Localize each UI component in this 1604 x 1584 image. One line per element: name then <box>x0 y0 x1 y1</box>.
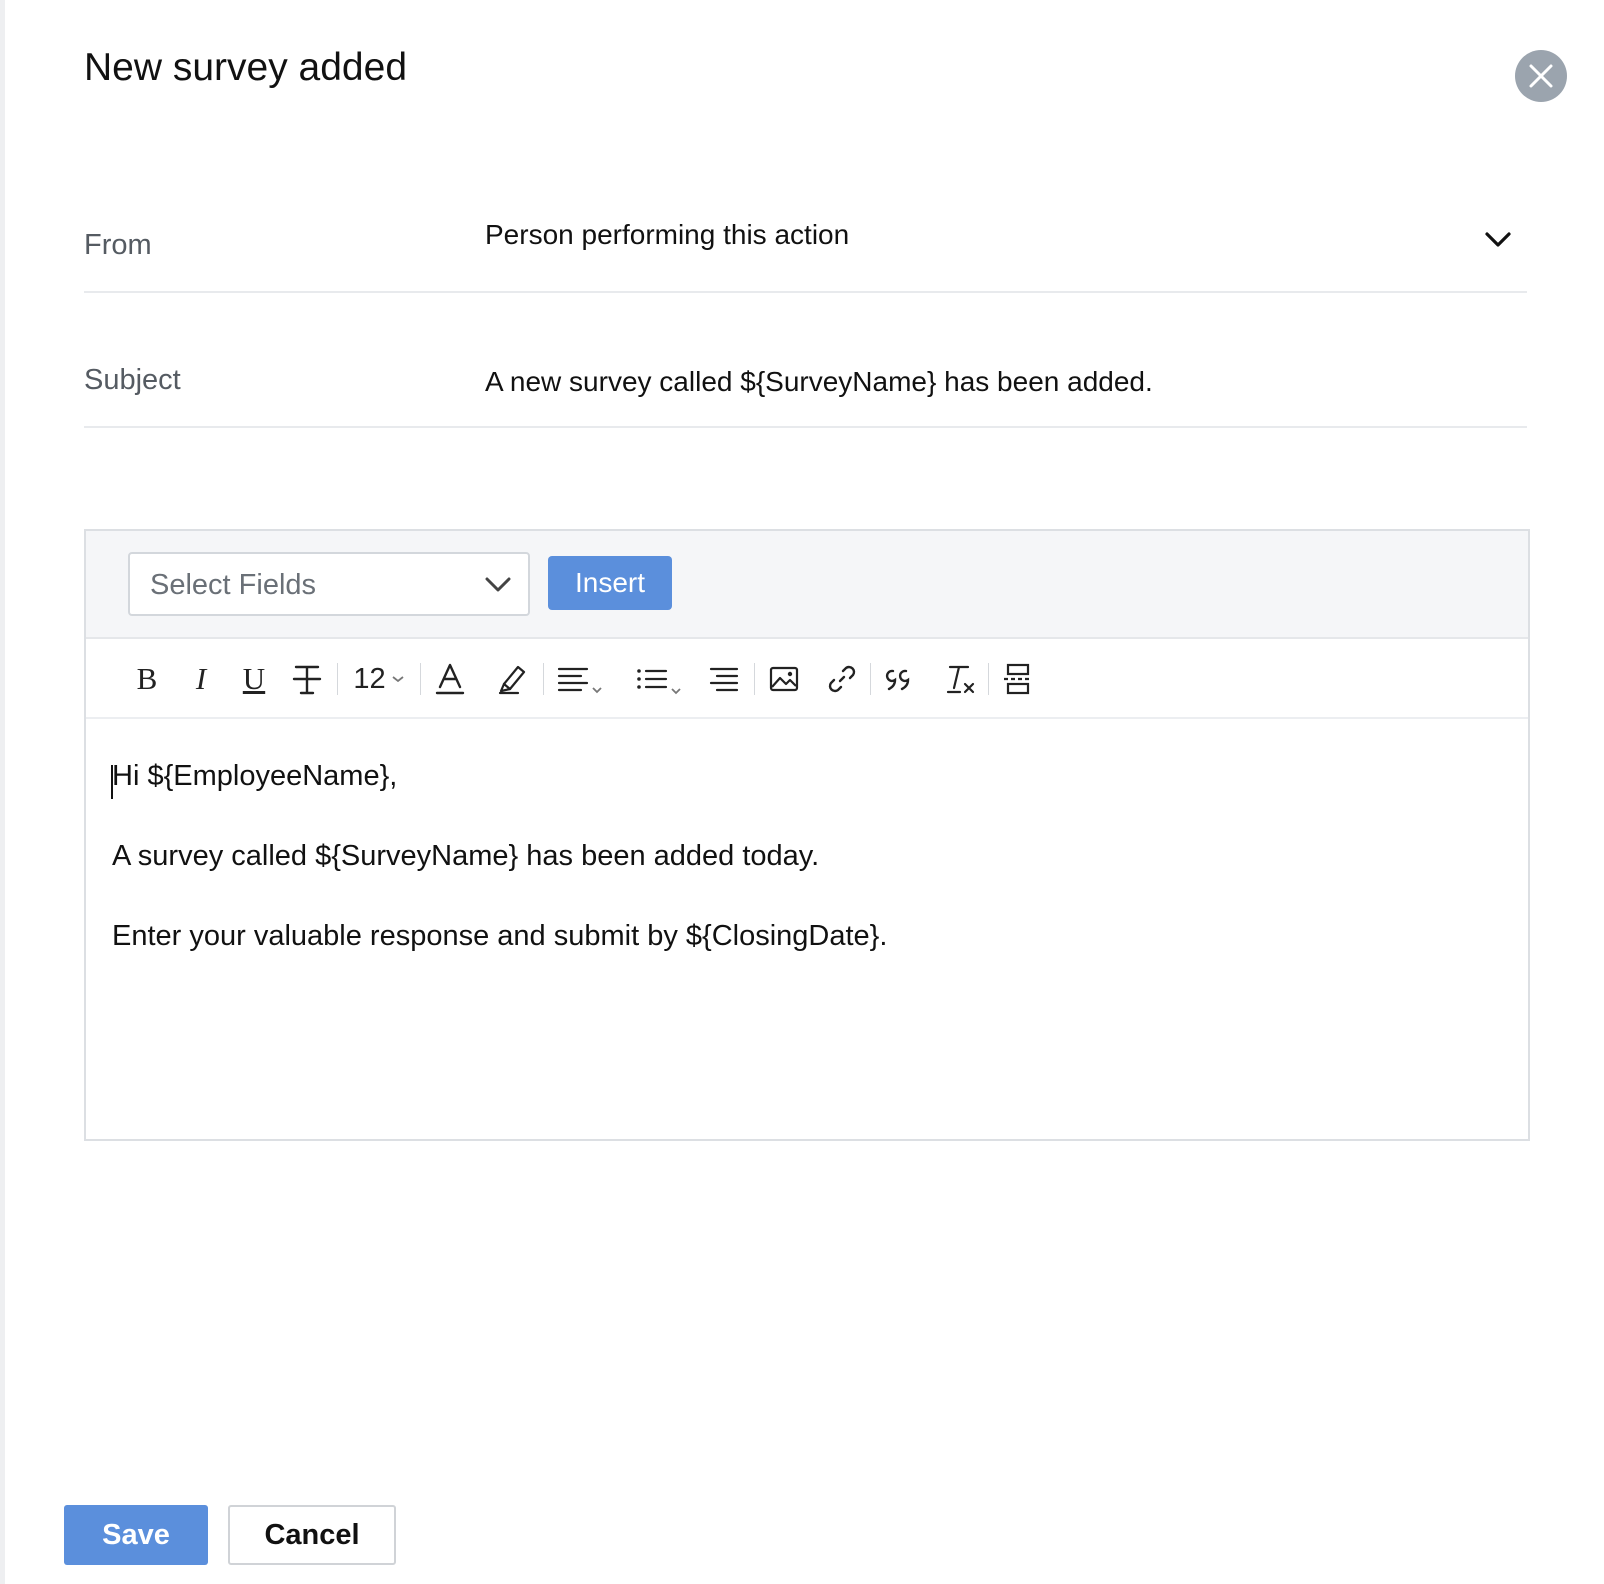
image-icon <box>769 666 799 692</box>
page-break-icon <box>1004 663 1032 695</box>
subject-label: Subject <box>84 364 181 396</box>
underline-button[interactable]: U <box>237 659 271 699</box>
formatting-toolbar: B I U 12 <box>86 639 1528 719</box>
indent-button[interactable] <box>706 659 742 699</box>
field-insert-bar: Select Fields Insert <box>86 531 1528 639</box>
align-left-icon <box>557 667 602 694</box>
subject-field[interactable]: Subject A new survey called ${SurveyName… <box>84 330 1527 428</box>
strikethrough-button[interactable] <box>289 659 325 699</box>
text-color-button[interactable] <box>432 659 468 699</box>
align-dropdown[interactable] <box>554 659 608 699</box>
left-edge-strip <box>0 0 5 1584</box>
chevron-down-icon <box>485 577 511 592</box>
editor-body[interactable]: Hi ${EmployeeName}, A survey called ${Su… <box>86 719 1528 1137</box>
chevron-down-icon[interactable] <box>1484 231 1512 249</box>
close-button[interactable] <box>1515 50 1567 102</box>
body-line: A survey called ${SurveyName} has been a… <box>112 840 820 872</box>
italic-button[interactable]: I <box>184 659 218 699</box>
numbered-list-icon <box>637 669 681 695</box>
italic-icon: I <box>195 661 207 696</box>
from-label: From <box>84 229 152 261</box>
subject-value[interactable]: A new survey called ${SurveyName} has be… <box>485 366 1153 398</box>
link-icon <box>828 665 856 693</box>
toolbar-separator <box>543 663 544 695</box>
underline-icon: U <box>242 661 266 696</box>
strikethrough-icon <box>292 665 322 695</box>
font-size-dropdown[interactable]: 12 <box>348 659 410 699</box>
toolbar-separator <box>337 663 338 695</box>
text-color-icon <box>435 663 465 695</box>
bold-button[interactable]: B <box>130 659 164 699</box>
dialog-title: New survey added <box>84 46 408 89</box>
body-line: Enter your valuable response and submit … <box>112 920 888 952</box>
body-line: Hi ${EmployeeName}, <box>112 760 398 792</box>
bold-icon: B <box>136 661 158 696</box>
clear-format-icon <box>946 665 975 694</box>
insert-link-button[interactable] <box>824 659 860 699</box>
quote-icon <box>885 669 910 691</box>
highlight-button[interactable] <box>494 659 530 699</box>
list-dropdown[interactable] <box>632 659 686 699</box>
page-break-button[interactable] <box>1000 659 1036 699</box>
email-editor: Select Fields Insert B I U 12 Hi ${Emplo… <box>84 529 1530 1141</box>
from-field[interactable]: From Person performing this action <box>84 195 1527 293</box>
insert-button[interactable]: Insert <box>548 556 672 610</box>
indent-icon <box>709 667 739 692</box>
toolbar-separator <box>754 663 755 695</box>
save-button[interactable]: Save <box>64 1505 208 1565</box>
from-value: Person performing this action <box>485 219 850 250</box>
select-fields-dropdown[interactable]: Select Fields <box>128 552 530 616</box>
toolbar-separator <box>870 663 871 695</box>
blockquote-button[interactable] <box>882 659 918 699</box>
caret-down-icon <box>392 676 404 683</box>
toolbar-separator <box>420 663 421 695</box>
highlighter-icon <box>498 665 526 695</box>
insert-image-button[interactable] <box>766 659 802 699</box>
cancel-button[interactable]: Cancel <box>228 1505 396 1565</box>
toolbar-separator <box>988 663 989 695</box>
font-size-value: 12 <box>353 662 386 695</box>
close-icon <box>1529 64 1553 88</box>
clear-formatting-button[interactable] <box>942 659 978 699</box>
select-fields-placeholder: Select Fields <box>150 569 317 601</box>
